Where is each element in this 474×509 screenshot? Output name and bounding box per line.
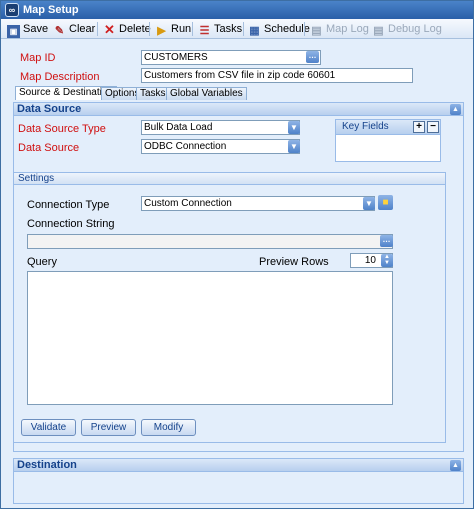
tasks-icon: ☰ (199, 25, 210, 37)
run-label: Run (171, 23, 192, 35)
query-textarea[interactable] (27, 271, 393, 405)
toolbar: ▣ Save ✎ Clear ✕ Delete ▶ Run ☰ Tasks ▦ Schedu… (1, 19, 473, 39)
schedule-button[interactable]: ▦ Schedule (248, 21, 310, 37)
save-label: Save (23, 23, 49, 35)
map-setup-window: ∞ Map Setup ▣ Save ✎ Clear ✕ Delete ▶ Run ☰ T… (0, 0, 474, 509)
chevron-down-icon[interactable]: ▼ (288, 140, 300, 153)
destination-panel (13, 472, 464, 504)
save-icon: ▣ (7, 25, 20, 38)
save-button[interactable]: ▣ Save (7, 21, 49, 38)
delete-label: Delete (119, 23, 151, 35)
toolbar-separator (243, 22, 244, 36)
tasks-label: Tasks (214, 23, 243, 35)
map-id-lookup-button[interactable]: … (306, 51, 319, 63)
tasks-button[interactable]: ☰ Tasks (198, 21, 243, 37)
data-source-type-select[interactable]: Bulk Data Load (141, 120, 300, 135)
query-label: Query (27, 256, 57, 268)
toolbar-separator (192, 22, 193, 36)
debug-log-button[interactable]: ▤ Debug Log (372, 21, 442, 37)
data-source-title: Data Source (17, 103, 82, 115)
delete-button[interactable]: ✕ Delete (103, 21, 151, 37)
toolbar-separator (149, 22, 150, 36)
connection-type-select[interactable]: Custom Connection (141, 196, 375, 211)
collapse-icon[interactable]: ▲ (450, 460, 461, 471)
chevron-down-icon[interactable]: ▼ (363, 197, 375, 210)
run-icon: ▶ (157, 25, 166, 37)
map-id-label: Map ID (20, 52, 56, 64)
add-key-field-button[interactable]: + (413, 121, 425, 133)
data-source-select[interactable]: ODBC Connection (141, 139, 300, 154)
clear-button[interactable]: ✎ Clear (53, 21, 95, 37)
app-logo-icon: ∞ (5, 3, 19, 17)
schedule-label: Schedule (264, 23, 310, 35)
toolbar-separator (97, 22, 98, 36)
map-log-button[interactable]: ▤ Map Log (310, 21, 369, 37)
folder-icon[interactable]: ■ (378, 195, 393, 210)
tab-global-variables[interactable]: Global Variables (166, 87, 247, 100)
run-button[interactable]: ▶ Run (155, 21, 191, 37)
validate-button[interactable]: Validate (21, 419, 76, 436)
toolbar-separator (304, 22, 305, 36)
chevron-down-icon[interactable]: ▼ (288, 121, 300, 134)
window-title: Map Setup (23, 4, 79, 16)
connection-string-builder-button[interactable]: … (380, 235, 393, 247)
log-icon: ▤ (311, 25, 322, 37)
remove-key-field-button[interactable]: − (427, 121, 439, 133)
collapse-icon[interactable]: ▲ (450, 104, 461, 115)
calendar-icon: ▦ (249, 25, 260, 37)
debug-log-icon: ▤ (373, 25, 384, 37)
destination-header: Destination ▲ (13, 458, 464, 472)
data-source-type-label: Data Source Type (18, 123, 106, 135)
preview-rows-label: Preview Rows (259, 256, 329, 268)
map-description-label: Map Description (20, 71, 100, 83)
preview-button[interactable]: Preview (81, 419, 136, 436)
destination-title: Destination (17, 459, 77, 471)
key-fields-label: Key Fields (342, 121, 389, 132)
settings-header: Settings (13, 172, 446, 185)
modify-button[interactable]: Modify (141, 419, 196, 436)
title-bar[interactable]: ∞ Map Setup (1, 1, 473, 19)
data-source-label: Data Source (18, 142, 80, 154)
tab-tasks[interactable]: Tasks (136, 87, 170, 100)
delete-icon: ✕ (104, 22, 115, 37)
map-log-label: Map Log (326, 23, 369, 35)
map-id-field[interactable]: CUSTOMERS (141, 50, 321, 65)
connection-string-field[interactable] (27, 234, 393, 249)
key-fields-header: Key Fields + − (336, 120, 440, 135)
clear-label: Clear (69, 23, 96, 35)
clear-icon: ✎ (54, 25, 65, 37)
spinner-icon[interactable]: ▲ ▼ (381, 254, 393, 267)
map-description-field[interactable]: Customers from CSV file in zip code 6060… (141, 68, 413, 83)
data-source-header: Data Source ▲ (13, 102, 464, 116)
connection-string-label: Connection String (27, 218, 115, 230)
connection-type-label: Connection Type (27, 199, 110, 211)
debug-log-label: Debug Log (388, 23, 442, 35)
key-fields-box: Key Fields + − (335, 119, 441, 162)
